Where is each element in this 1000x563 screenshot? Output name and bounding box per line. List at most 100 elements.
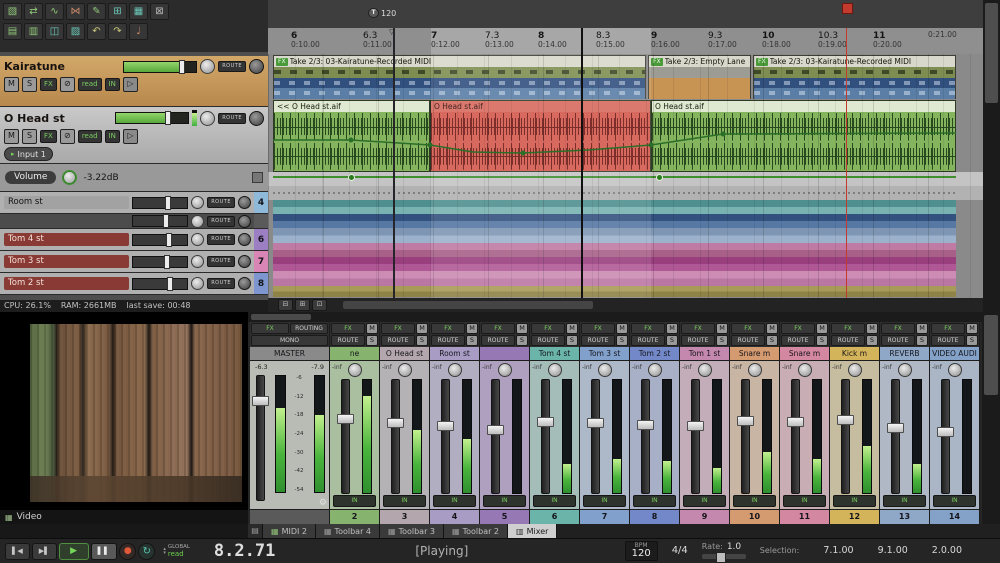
input-button[interactable]: IN [383, 495, 426, 507]
mixer-strip-5[interactable]: FX M ROUTE S -inf IN [480, 322, 530, 524]
route-button[interactable]: ROUTE [481, 335, 515, 346]
play-button[interactable]: ▶ [59, 543, 89, 560]
track-volume-fader[interactable] [132, 215, 188, 227]
marker-flag[interactable] [842, 3, 853, 14]
mute-button[interactable]: M [716, 323, 728, 334]
record-arm-button[interactable] [249, 59, 264, 74]
pan-knob[interactable] [191, 215, 204, 228]
mixer-strip-video-audio[interactable]: FX M ROUTE S VIDEO AUDI -inf [930, 322, 980, 524]
solo-button[interactable]: S [716, 335, 728, 346]
arrange-lanes[interactable]: FX Take 2/3: 03-Kairatune-Recorded MIDI … [268, 54, 983, 298]
record-arm-button[interactable] [238, 255, 251, 268]
track-name[interactable]: Kairatune [4, 60, 120, 73]
pan-knob[interactable] [200, 111, 215, 126]
input-button[interactable]: IN [583, 495, 626, 507]
gear-icon[interactable]: ⚙ [319, 498, 327, 508]
redo-icon[interactable]: ↷ [108, 23, 127, 40]
zoom-out-icon[interactable]: ⊟ [278, 299, 293, 311]
media-item-midi[interactable]: FX Take 2/3: 03-Kairatune-Recorded MIDI [753, 55, 956, 99]
mute-button[interactable]: M [566, 323, 578, 334]
tab-toolbar-3[interactable]: ▦ Toolbar 3 [380, 524, 444, 538]
solo-button[interactable]: S [916, 335, 928, 346]
pan-knob[interactable] [448, 363, 462, 377]
pan-knob[interactable] [898, 363, 912, 377]
route-button[interactable]: ROUTE [207, 278, 235, 289]
fx-button[interactable]: FX [40, 130, 57, 143]
track-name[interactable]: O Head st [4, 112, 112, 125]
input-button[interactable]: IN [433, 495, 476, 507]
track-row-room-st[interactable]: Room st ROUTE 4 [0, 192, 268, 214]
envelope-knob[interactable] [62, 170, 77, 185]
fx-button[interactable]: FX [831, 323, 865, 334]
fx-button[interactable]: FX [331, 323, 365, 334]
route-button[interactable]: ROUTE [431, 335, 465, 346]
bpm-display[interactable]: BPM 120 [625, 541, 658, 562]
pan-knob[interactable] [548, 363, 562, 377]
record-arm-button[interactable] [238, 215, 251, 228]
marker-lane[interactable]: T120 [268, 0, 983, 29]
mixer-vertical-scrollbar[interactable] [982, 312, 1000, 524]
pan-knob[interactable] [348, 363, 362, 377]
fx-button[interactable]: FX [931, 323, 965, 334]
record-button[interactable]: ● [119, 543, 136, 560]
route-button[interactable]: ROUTE [218, 113, 246, 124]
mute-button[interactable]: M [466, 323, 478, 334]
envelope-point[interactable] [348, 174, 355, 181]
track-row-tom-4-st[interactable]: Tom 4 st ROUTE 6 [0, 229, 268, 251]
strip-name[interactable]: REVERB [880, 347, 929, 361]
zoom-in-icon[interactable]: ⊞ [295, 299, 310, 311]
free-positioning-icon[interactable]: ✎ [87, 3, 106, 20]
route-button[interactable]: ROUTE [581, 335, 615, 346]
timeline-ruler[interactable]: ▽ 6 0:10.00 6.3 0:11.00 7 0:12.0 [268, 28, 983, 55]
media-item-midi[interactable]: FX Take 2/3: 03-Kairatune-Recorded MIDI [273, 55, 646, 99]
track-lane[interactable] [273, 200, 956, 214]
go-to-start-button[interactable]: ▌◀ [5, 543, 30, 560]
solo-button[interactable]: S [22, 77, 37, 92]
track-lane[interactable] [273, 286, 956, 297]
ripple-edit-icon[interactable]: ⇄ [24, 3, 43, 20]
mute-button[interactable]: M [416, 323, 428, 334]
strip-name[interactable]: VIDEO AUDI [930, 347, 979, 361]
solo-button[interactable]: S [966, 335, 978, 346]
record-input-selector[interactable]: ▸Input 1 [4, 147, 53, 161]
volume-envelope-lane[interactable] [268, 172, 983, 187]
input-button[interactable]: IN [633, 495, 676, 507]
grid-toggle-icon[interactable]: ▦ [129, 3, 148, 20]
track-name[interactable]: Room st [4, 196, 129, 209]
item-fx-chip[interactable]: FX [756, 58, 768, 66]
global-automation-override[interactable]: ▴▾ GLOBAL read [163, 544, 190, 558]
vscroll-thumb[interactable] [984, 315, 998, 395]
mixer-strip-kairatune[interactable]: FX M ROUTE S ne -inf [330, 322, 380, 524]
record-arm-button[interactable] [238, 277, 251, 290]
fx-button[interactable]: FX [781, 323, 815, 334]
phase-button[interactable]: ⊘ [60, 77, 75, 92]
strip-name[interactable]: Tom 4 st [530, 347, 579, 361]
solo-button[interactable]: S [416, 335, 428, 346]
input-button[interactable]: IN [105, 78, 120, 91]
mixer-toggle-icon[interactable]: ▥ [24, 23, 43, 40]
track-row-tom-3-st[interactable]: Tom 3 st ROUTE 7 [0, 251, 268, 273]
pan-knob[interactable] [748, 363, 762, 377]
mute-button[interactable]: M [516, 323, 528, 334]
media-item-audio[interactable]: O Head st.aif [651, 100, 956, 172]
route-button[interactable]: ROUTE [631, 335, 665, 346]
solo-button[interactable]: S [616, 335, 628, 346]
strip-name[interactable]: Room st [430, 347, 479, 361]
track-volume-fader[interactable] [132, 197, 188, 209]
envelope-follow-icon[interactable]: ∿ [45, 3, 64, 20]
volume-fader[interactable] [691, 379, 700, 494]
mute-button[interactable]: M [766, 323, 778, 334]
track-lane[interactable] [268, 186, 983, 200]
route-button[interactable]: ROUTE [831, 335, 865, 346]
mono-button[interactable]: MONO [251, 335, 328, 346]
fx-button[interactable]: FX [581, 323, 615, 334]
volume-fader[interactable] [891, 379, 900, 494]
play-position-display[interactable]: 8.2.71 [214, 541, 275, 561]
track-name[interactable]: Tom 4 st [4, 233, 129, 246]
input-button[interactable]: IN [333, 495, 376, 507]
track-row-tom-2-st[interactable]: Tom 2 st ROUTE 8 [0, 273, 268, 295]
mute-button[interactable]: M [916, 323, 928, 334]
pan-knob[interactable] [798, 363, 812, 377]
auto-crossfade-icon[interactable]: ⋈ [66, 3, 85, 20]
mixer-strip-master[interactable]: FX ROUTING MONO MASTER -6.3-7.9 -6-12-18… [250, 322, 330, 524]
